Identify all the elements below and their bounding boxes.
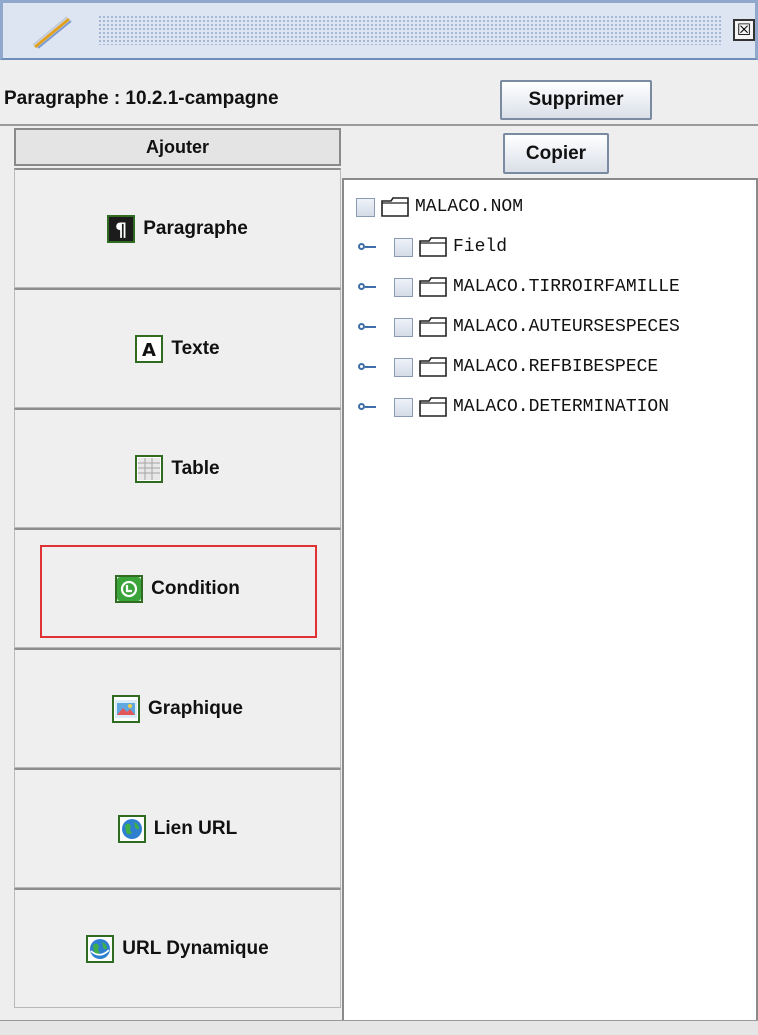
folder-icon bbox=[419, 277, 447, 297]
expand-handle-icon[interactable] bbox=[356, 316, 378, 338]
window-title-bar[interactable]: ☒ bbox=[0, 0, 758, 60]
field-tree[interactable]: MALACO.NOM Field MALACO.TIRROIRFAMILLE M… bbox=[342, 178, 758, 1024]
svg-text:A: A bbox=[142, 340, 156, 361]
expand-handle-icon[interactable] bbox=[356, 276, 378, 298]
node-label: MALACO.REFBIBESPECE bbox=[453, 357, 659, 377]
node-checkbox[interactable] bbox=[394, 317, 413, 337]
add-graphic-button[interactable]: Graphique bbox=[14, 648, 341, 768]
close-icon: ☒ bbox=[736, 20, 752, 39]
table-icon bbox=[135, 454, 164, 483]
expand-handle-icon[interactable] bbox=[356, 236, 378, 258]
add-panel: Ajouter ¶ Paragraphe A Texte Table Condi… bbox=[0, 126, 341, 1016]
folder-icon bbox=[419, 317, 447, 337]
node-label: MALACO.NOM bbox=[415, 197, 524, 217]
node-checkbox[interactable] bbox=[394, 237, 413, 257]
node-label: MALACO.DETERMINATION bbox=[453, 397, 670, 417]
expand-handle-icon[interactable] bbox=[356, 396, 378, 418]
add-text-button[interactable]: A Texte bbox=[14, 288, 341, 408]
title-bar-pattern bbox=[98, 15, 723, 45]
pilcrow-icon: ¶ bbox=[107, 214, 136, 243]
delete-button[interactable]: Supprimer bbox=[500, 80, 652, 120]
pen-icon bbox=[32, 16, 72, 49]
text-a-icon: A bbox=[135, 334, 164, 363]
tree-node[interactable]: MALACO.NOM bbox=[356, 194, 523, 220]
folder-icon bbox=[381, 197, 409, 217]
svg-text:¶: ¶ bbox=[115, 219, 127, 241]
globe-icon bbox=[117, 814, 146, 843]
add-graphic-label: Graphique bbox=[147, 697, 243, 719]
folder-icon bbox=[419, 237, 447, 257]
tree-node[interactable]: MALACO.AUTEURSESPECES bbox=[356, 314, 680, 340]
globe-dynamic-icon bbox=[86, 934, 115, 963]
add-dynamic-url-button[interactable]: URL Dynamique bbox=[14, 888, 341, 1008]
add-table-button[interactable]: Table bbox=[14, 408, 341, 528]
tree-node[interactable]: MALACO.TIRROIRFAMILLE bbox=[356, 274, 680, 300]
node-checkbox[interactable] bbox=[356, 197, 375, 217]
folder-icon bbox=[419, 397, 447, 417]
node-label: MALACO.AUTEURSESPECES bbox=[453, 317, 680, 337]
add-header: Ajouter bbox=[14, 128, 341, 166]
add-condition-label: Condition bbox=[151, 577, 240, 599]
add-link-url-button[interactable]: Lien URL bbox=[14, 768, 341, 888]
tree-node[interactable]: Field bbox=[356, 234, 507, 260]
condition-icon bbox=[115, 574, 144, 603]
node-checkbox[interactable] bbox=[394, 397, 413, 417]
status-strip bbox=[0, 1020, 758, 1035]
copy-button[interactable]: Copier bbox=[503, 133, 609, 174]
add-link-url-label: Lien URL bbox=[153, 817, 238, 839]
node-label: MALACO.TIRROIRFAMILLE bbox=[453, 277, 680, 297]
add-condition-button[interactable]: Condition bbox=[14, 528, 341, 648]
add-table-label: Table bbox=[171, 457, 220, 479]
add-paragraph-label: Paragraphe bbox=[143, 217, 248, 239]
node-label: Field bbox=[453, 237, 508, 257]
header-row: Paragraphe : 10.2.1-campagne Supprimer bbox=[0, 60, 758, 126]
add-text-label: Texte bbox=[171, 337, 220, 359]
node-checkbox[interactable] bbox=[394, 277, 413, 297]
add-paragraph-button[interactable]: ¶ Paragraphe bbox=[14, 168, 341, 288]
close-button[interactable]: ☒ bbox=[733, 19, 755, 41]
image-icon bbox=[111, 694, 140, 723]
expand-handle-icon[interactable] bbox=[356, 356, 378, 378]
paragraph-label: Paragraphe : 10.2.1-campagne bbox=[4, 88, 279, 109]
add-dynamic-url-label: URL Dynamique bbox=[122, 937, 269, 959]
tree-node[interactable]: MALACO.REFBIBESPECE bbox=[356, 354, 658, 380]
tree-node[interactable]: MALACO.DETERMINATION bbox=[356, 394, 669, 420]
node-checkbox[interactable] bbox=[394, 357, 413, 377]
folder-icon bbox=[419, 357, 447, 377]
